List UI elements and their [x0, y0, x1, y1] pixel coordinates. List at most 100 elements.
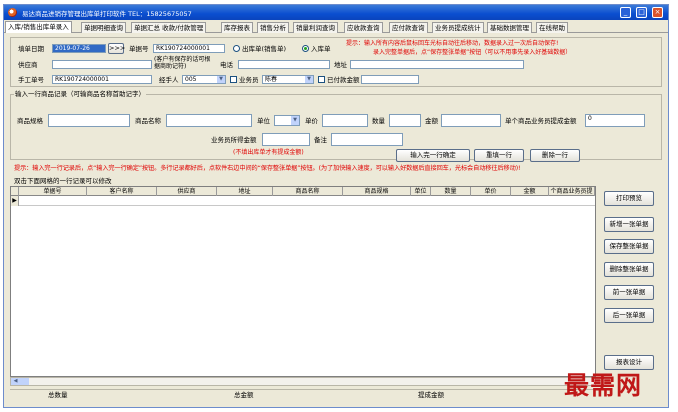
main-window: 易达商品进销存管理出库单打印软件 TEL：15825675057 _ □ × 入… [3, 4, 669, 408]
handler-select[interactable]: 005 ▼ [182, 75, 226, 84]
name-label: 商品名称 [135, 117, 161, 125]
title-bar: 易达商品进销存管理出库单打印软件 TEL：15825675057 _ □ × [4, 5, 668, 20]
grid-caption: 双击下面网格的一行记录可以修改 [14, 177, 112, 185]
delete-order-button[interactable]: 删除整张单据 [604, 262, 654, 277]
name-input[interactable] [166, 114, 252, 127]
delete-row-button[interactable]: 删除一行 [530, 149, 580, 162]
price-input[interactable] [322, 114, 368, 127]
tab-sales-analysis[interactable]: 销售分析 [257, 22, 289, 33]
col-supplier[interactable]: 供应商 [157, 187, 217, 196]
commission-input[interactable]: 0 [585, 114, 645, 127]
remark-label: 备注 [314, 136, 327, 144]
col-address[interactable]: 地址 [217, 187, 273, 196]
tab-order-detail[interactable]: 单据明细查询 [81, 22, 126, 33]
spec-input[interactable] [48, 114, 130, 127]
in-order-radio[interactable] [302, 45, 309, 52]
col-spec[interactable]: 商品规格 [343, 187, 411, 196]
total-amount-label: 总金额 [234, 391, 254, 399]
col-product-name[interactable]: 商品名称 [273, 187, 343, 196]
paid-checkbox[interactable] [318, 76, 325, 83]
amount-label: 金额 [425, 117, 438, 125]
manual-no-input[interactable]: RK190724000001 [52, 75, 152, 84]
table-row[interactable] [11, 196, 595, 206]
col-unit[interactable]: 单位 [411, 187, 431, 196]
address-input[interactable] [350, 60, 524, 69]
close-button[interactable]: × [652, 7, 663, 18]
tip-line-1: 提示：输入所有内容后鼠标回车光标自动往后移动，数据录入过一次后自动保存! [346, 40, 559, 47]
tab-help[interactable]: 在线帮助 [536, 22, 568, 33]
ellipsis-button[interactable]: >>> [108, 43, 125, 54]
phone-label: 电话 [220, 61, 233, 69]
commission-total-label: 提成金额 [418, 391, 444, 399]
in-order-radio-label: 入库单 [311, 45, 331, 53]
col-amount[interactable]: 金额 [511, 187, 549, 196]
tab-commission[interactable]: 业务员提成统计 [432, 22, 484, 33]
next-order-button[interactable]: 后一张单据 [604, 308, 654, 323]
salesperson-amount-label: 业务员所得金额 [211, 136, 257, 144]
tab-bar: 入库/销售出库单录入 单据明细查询 单据汇总 收款/付款管理 库存报表 销售分析… [4, 21, 668, 33]
tab-order-summary[interactable]: 单据汇总 收款/付款管理 [131, 22, 207, 33]
reset-row-button[interactable]: 重填一行 [474, 149, 524, 162]
tab-payable[interactable]: 应付款查询 [389, 22, 428, 33]
paid-input[interactable] [361, 75, 419, 84]
date-label: 填单日期 [18, 45, 44, 53]
chevron-down-icon[interactable]: ▼ [305, 76, 313, 83]
new-order-button[interactable]: 新增一张单据 [604, 217, 654, 232]
order-no-label: 单据号 [129, 45, 149, 53]
qty-input[interactable] [389, 114, 421, 127]
grid-header-corner [11, 187, 19, 196]
price-label: 单价 [305, 117, 318, 125]
handler-label: 经手人 [159, 76, 179, 84]
minimize-button[interactable]: _ [620, 7, 631, 18]
tab-receivable[interactable]: 应收款查询 [344, 22, 383, 33]
col-qty[interactable]: 数量 [431, 187, 471, 196]
address-label: 地址 [334, 61, 347, 69]
entry-tip: 提示：输入完一行记录后，点“输入完一行确定”按钮。多行记录都好后，点软件右边中间… [14, 165, 521, 172]
tab-order-entry[interactable]: 入库/销售出库单录入 [5, 21, 72, 33]
current-row-icon: ▶ [11, 196, 19, 206]
app-icon [8, 8, 17, 17]
supplier-label: 供应商 [18, 61, 38, 69]
order-grid: 单据号 客户名称 供应商 地址 商品名称 商品规格 单位 数量 单价 金额 个商… [10, 186, 596, 377]
tab-basic-data[interactable]: 基础数据管理 [487, 22, 532, 33]
col-order-no[interactable]: 单据号 [19, 187, 87, 196]
out-order-radio[interactable] [233, 45, 240, 52]
print-preview-button[interactable]: 打印预览 [604, 191, 654, 206]
tip-line-2: 录入完整单据后，点“保存整张单据”按钮（可以不用事先录入好基础数据） [373, 49, 572, 56]
unit-select[interactable]: ▼ [274, 115, 300, 126]
prev-order-button[interactable]: 前一张单据 [604, 285, 654, 300]
col-customer[interactable]: 客户名称 [87, 187, 157, 196]
salesperson-label: 业务员 [239, 76, 259, 84]
commission-note: (不填出库单才有提成金额) [233, 149, 304, 156]
chevron-down-icon[interactable]: ▼ [217, 76, 225, 83]
grid-header: 单据号 客户名称 供应商 地址 商品名称 商品规格 单位 数量 单价 金额 个商… [11, 187, 595, 196]
remark-input[interactable] [331, 133, 403, 146]
amount-input[interactable] [441, 114, 501, 127]
chevron-down-icon[interactable]: ▼ [291, 116, 299, 125]
scrollbar-thumb[interactable] [20, 378, 29, 385]
qty-label: 数量 [372, 117, 385, 125]
chevron-left-icon[interactable]: ◀ [11, 378, 20, 385]
salesperson-value: 陈春 [265, 76, 278, 83]
save-order-button[interactable]: 保存整张单据 [604, 239, 654, 254]
horizontal-scrollbar[interactable]: ◀ [10, 377, 596, 386]
salesperson-checkbox[interactable] [230, 76, 237, 83]
totals-bar: 总数量 总金额 提成金额 [10, 389, 596, 399]
watermark-logo: 最需网 [564, 371, 643, 400]
tab-stock-report[interactable]: 库存报表 [221, 22, 253, 33]
maximize-button[interactable]: □ [636, 7, 647, 18]
tab-profit-query[interactable]: 销量利润查询 [293, 22, 338, 33]
spec-label: 商品规格 [17, 117, 43, 125]
date-input[interactable]: 2019-07-26 [52, 44, 106, 53]
order-no-input[interactable]: RK190724000001 [153, 44, 225, 53]
salesperson-select[interactable]: 陈春 ▼ [262, 75, 314, 84]
supplier-input[interactable] [52, 60, 152, 69]
col-price[interactable]: 单价 [471, 187, 511, 196]
salesperson-amount-input[interactable] [262, 133, 310, 146]
confirm-row-button[interactable]: 输入完一行确定 [396, 149, 470, 162]
window-title: 易达商品进销存管理出库单打印软件 TEL：15825675057 [22, 10, 192, 18]
phone-input[interactable] [238, 60, 330, 69]
item-section-title: 输入一行商品记录（可输商品名称首助记字） [14, 90, 146, 98]
manual-no-label: 手工单号 [18, 76, 44, 84]
col-commission[interactable]: 个商品业务员提 [549, 187, 595, 196]
